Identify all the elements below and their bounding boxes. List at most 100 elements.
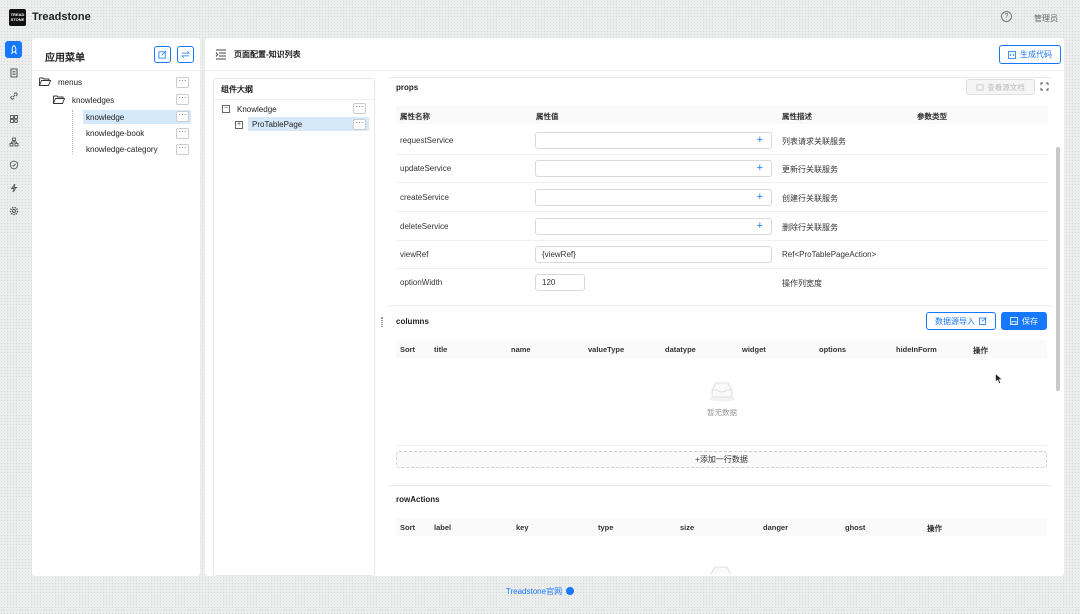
tree-item-knowledge-category[interactable]: knowledge-category: [86, 142, 158, 156]
row-divider: [396, 154, 1048, 155]
tree-item-knowledges[interactable]: knowledges: [53, 93, 114, 107]
add-row-button[interactable]: +添加一行数据: [396, 451, 1047, 468]
plus-icon[interactable]: +: [757, 162, 763, 174]
plus-icon[interactable]: +: [757, 220, 763, 232]
app-logo[interactable]: TREAD STONE: [9, 9, 26, 26]
request-service-input[interactable]: +: [535, 132, 772, 149]
app-title: Treadstone: [32, 11, 91, 23]
column-header: name: [511, 345, 531, 354]
footer: Treadstone官网: [0, 586, 1080, 597]
column-header: danger: [763, 523, 789, 532]
save-button[interactable]: 保存: [1001, 312, 1047, 330]
component-outline-panel: 组件大纲 − Knowledge ··· + ProTablePage ···: [213, 78, 375, 576]
divider: [214, 99, 374, 100]
save-icon: [1010, 317, 1018, 325]
column-header: type: [598, 523, 614, 532]
column-header: datatype: [665, 345, 696, 354]
column-header: 属性描述: [782, 112, 812, 121]
column-header: size: [680, 523, 695, 532]
tree-item-knowledge[interactable]: knowledge: [83, 110, 191, 124]
more-button[interactable]: ···: [176, 77, 189, 88]
datasource-import-button[interactable]: 数据源导入: [926, 312, 996, 330]
column-header: ghost: [845, 523, 866, 532]
datasource-import-label: 数据源导入: [935, 316, 975, 326]
column-header: options: [819, 345, 847, 354]
link-icon[interactable]: [5, 87, 22, 104]
option-width-input[interactable]: 120: [535, 274, 585, 291]
tree-item-label: knowledge-category: [86, 144, 158, 154]
column-header: 属性名称: [400, 112, 430, 121]
prop-name: optionWidth: [400, 278, 443, 287]
view-ref-input[interactable]: {viewRef}: [535, 246, 772, 263]
more-button[interactable]: ···: [176, 144, 189, 155]
plus-icon[interactable]: +: [757, 191, 763, 203]
page-title: 页面配置-知识列表: [234, 50, 301, 59]
row-actions-table-header: Sort label key type size danger ghost 操作: [396, 518, 1047, 536]
github-icon[interactable]: [566, 587, 575, 595]
swap-icon: [181, 51, 190, 58]
row-divider: [396, 240, 1048, 241]
help-icon[interactable]: ?: [1001, 11, 1012, 22]
apps-icon[interactable]: [5, 110, 22, 127]
column-header: key: [516, 523, 529, 532]
shield-icon[interactable]: [5, 156, 22, 173]
outline-item-knowledge[interactable]: Knowledge: [237, 102, 277, 116]
create-service-input[interactable]: +: [535, 189, 772, 206]
save-label: 保存: [1022, 316, 1038, 326]
outline-item-protablepage[interactable]: ProTablePage: [248, 117, 369, 131]
cluster-icon[interactable]: [5, 133, 22, 150]
edit-menu-button[interactable]: [154, 46, 171, 63]
gear-icon[interactable]: [5, 202, 22, 219]
menu-fold-icon[interactable]: [215, 48, 227, 60]
icon-sidebar: [3, 38, 25, 576]
update-service-input[interactable]: +: [535, 160, 772, 177]
column-header: hideInForm: [896, 345, 937, 354]
divider: [32, 70, 200, 71]
resize-handle[interactable]: [381, 317, 383, 327]
delete-service-input[interactable]: +: [535, 218, 772, 235]
column-header: title: [434, 345, 448, 354]
edit-icon: [158, 50, 167, 59]
empty-box-icon: [709, 382, 735, 402]
app-header: TREAD STONE Treadstone ? 管理员: [0, 0, 1080, 36]
row-divider: [396, 182, 1048, 183]
thunderbolt-icon[interactable]: [5, 179, 22, 196]
column-header: Sort: [400, 345, 415, 354]
prop-name: deleteService: [400, 222, 449, 231]
tree-item-menus[interactable]: menus: [39, 75, 82, 89]
more-button[interactable]: ···: [176, 94, 189, 105]
column-header: label: [434, 523, 452, 532]
scrollbar[interactable]: [1056, 147, 1060, 391]
column-header: 操作: [973, 346, 988, 355]
prop-desc: 列表请求关联服务: [782, 137, 846, 146]
mouse-cursor-icon: [995, 373, 1003, 384]
more-button[interactable]: ···: [353, 119, 366, 130]
row-divider: [396, 268, 1048, 269]
tree-item-label: knowledge: [86, 112, 125, 122]
tree-guide-line: [72, 110, 73, 154]
tree-item-label: menus: [58, 77, 83, 87]
outline-item-label: ProTablePage: [252, 119, 303, 129]
official-site-link[interactable]: Treadstone官网: [506, 587, 562, 596]
column-header: Sort: [400, 523, 415, 532]
more-button[interactable]: ···: [176, 111, 189, 122]
tree-item-knowledge-book[interactable]: knowledge-book: [86, 126, 144, 140]
column-header: widget: [742, 345, 766, 354]
expand-icon[interactable]: +: [235, 121, 243, 129]
generate-code-button[interactable]: 生成代码: [999, 45, 1061, 64]
swap-menu-button[interactable]: [177, 46, 194, 63]
more-button[interactable]: ···: [353, 103, 366, 114]
app-menu-panel: 应用菜单 menus ··· knowledges ··· knowledge …: [32, 38, 200, 576]
more-button[interactable]: ···: [176, 128, 189, 139]
column-header: 属性值: [536, 112, 559, 121]
plus-icon[interactable]: +: [757, 134, 763, 146]
prop-desc: 删除行关联服务: [782, 223, 838, 232]
user-name[interactable]: 管理员: [1034, 13, 1058, 24]
collapse-icon[interactable]: −: [222, 105, 230, 113]
prop-name: requestService: [400, 136, 454, 145]
document-icon[interactable]: [5, 64, 22, 81]
prop-name: viewRef: [400, 250, 429, 259]
prop-desc: Ref<ProTablePageAction>: [782, 250, 877, 259]
rocket-icon[interactable]: [5, 41, 22, 58]
row-divider: [396, 445, 1047, 446]
